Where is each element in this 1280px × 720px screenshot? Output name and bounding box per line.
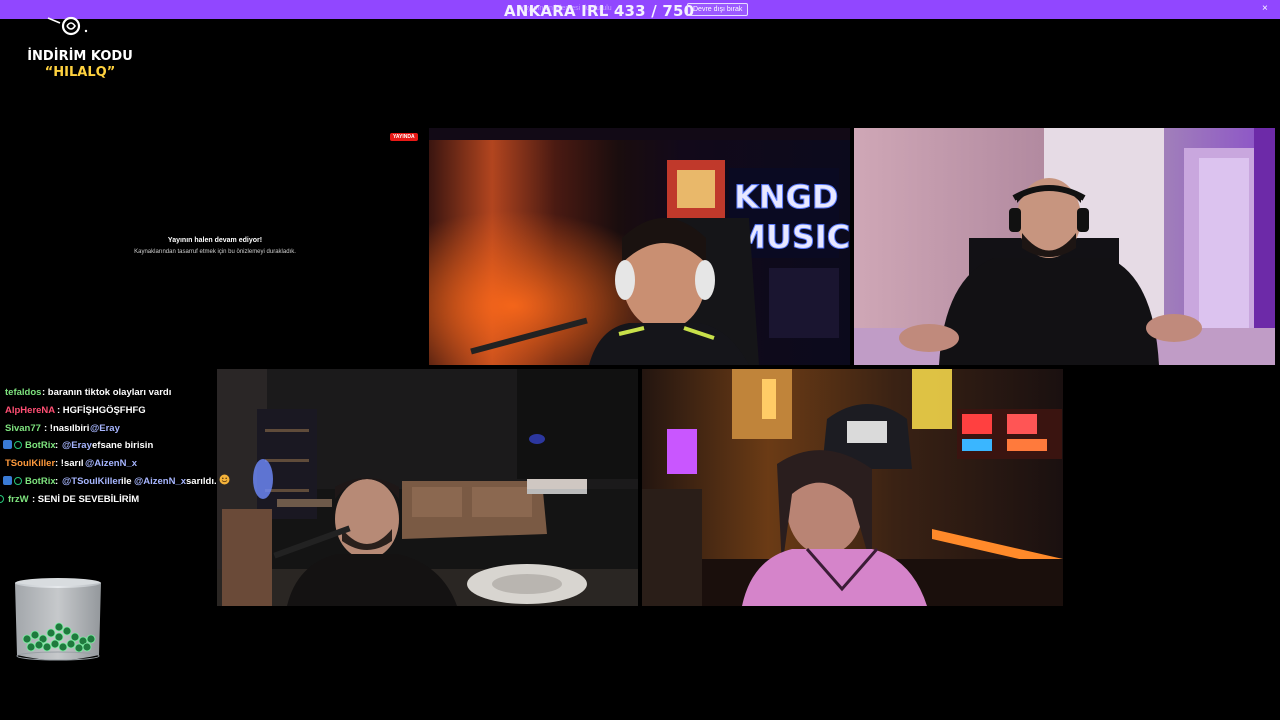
chat-mention: @Eray xyxy=(62,440,92,452)
chat-mention: @TSoulKiller xyxy=(62,475,122,487)
promo-code: “HILALQ” xyxy=(44,65,116,80)
chat-overlay: tefaldos : baranın tiktok olayları vardı… xyxy=(0,386,240,511)
chat-mention: @AizenN_x xyxy=(85,458,138,470)
brand-logo-icon xyxy=(47,16,88,36)
chat-username: Sivan77 xyxy=(5,422,41,434)
chat-text: ile xyxy=(121,475,132,487)
close-icon[interactable]: × xyxy=(1262,3,1268,15)
goal-title: ANKARA IRL 433 / 750 xyxy=(504,2,695,20)
neon-sign-bottom: MUSIC xyxy=(734,218,850,256)
chat-text: : HGFİŞHGÖŞFHFG xyxy=(57,404,146,416)
chat-message: frzW : SENİ DE SEVEBİLİRİM xyxy=(0,493,240,511)
coin-jar-icon xyxy=(15,578,101,661)
camera-feed-3 xyxy=(217,369,638,606)
chat-message: TSoulKiller : !sarıl @AizenN_x xyxy=(0,457,240,475)
camera-feed-2 xyxy=(854,128,1275,365)
smile-emoji-icon xyxy=(219,474,230,490)
verified-bot-badge-icon xyxy=(14,441,22,450)
chat-username: tefaldos xyxy=(5,387,42,398)
chat-mention: @AizenN_x xyxy=(134,475,187,487)
chat-message: Sivan77 : !nasılbiri @Eray xyxy=(0,422,240,440)
chat-mention: @Eray xyxy=(90,422,120,434)
top-banner: Yayının ön izlemesi durdurulu ANKARA IRL… xyxy=(0,0,1280,20)
chat-text: : xyxy=(55,475,59,487)
chat-text: : baranın tiktok olayları vardı xyxy=(42,387,172,398)
camera-feed-4 xyxy=(642,369,1063,606)
preview-paused-subtitle: Kaynaklarından tasarruf etmek için bu ön… xyxy=(134,249,296,255)
chat-username: BotRix xyxy=(25,440,56,452)
chat-username: frzW xyxy=(8,493,29,505)
chat-username: TSoulKiller xyxy=(5,458,56,470)
neon-sign-top: KNGD xyxy=(734,178,838,216)
chat-message: BotRix : @TSoulKiller ile @AizenN_x sarı… xyxy=(0,474,240,493)
preview-paused-title: Yayının halen devam ediyor! xyxy=(167,237,263,244)
camera-feed-1: KNGD MUSIC xyxy=(429,128,850,365)
chat-message: tefaldos : baranın tiktok olayları vardı xyxy=(0,386,240,404)
chat-text: : !sarıl xyxy=(55,458,84,470)
chat-message: AlpHereNA : HGFİŞHGÖŞFHFG xyxy=(0,404,240,422)
verified-bot-badge-icon xyxy=(0,494,4,503)
chat-text: : !nasılbiri xyxy=(44,422,90,434)
promo-heading: İNDİRİM KODU xyxy=(27,49,133,64)
chat-text: efsane birisin xyxy=(92,440,154,452)
moderator-badge-icon xyxy=(3,475,12,485)
chat-text: sarıldı. xyxy=(186,475,217,487)
chat-text: : SENİ DE SEVEBİLİRİM xyxy=(32,493,140,505)
moderator-badge-icon xyxy=(3,440,12,450)
disable-button[interactable]: Devre dışı bırak xyxy=(687,3,749,16)
live-badge: YAYINDA xyxy=(390,133,418,141)
chat-username: BotRix xyxy=(25,475,56,487)
verified-bot-badge-icon xyxy=(14,476,22,485)
chat-username: AlpHereNA xyxy=(5,404,56,416)
chat-text: : xyxy=(55,440,59,452)
chat-message: BotRix : @Eray efsane birisin xyxy=(0,439,240,457)
